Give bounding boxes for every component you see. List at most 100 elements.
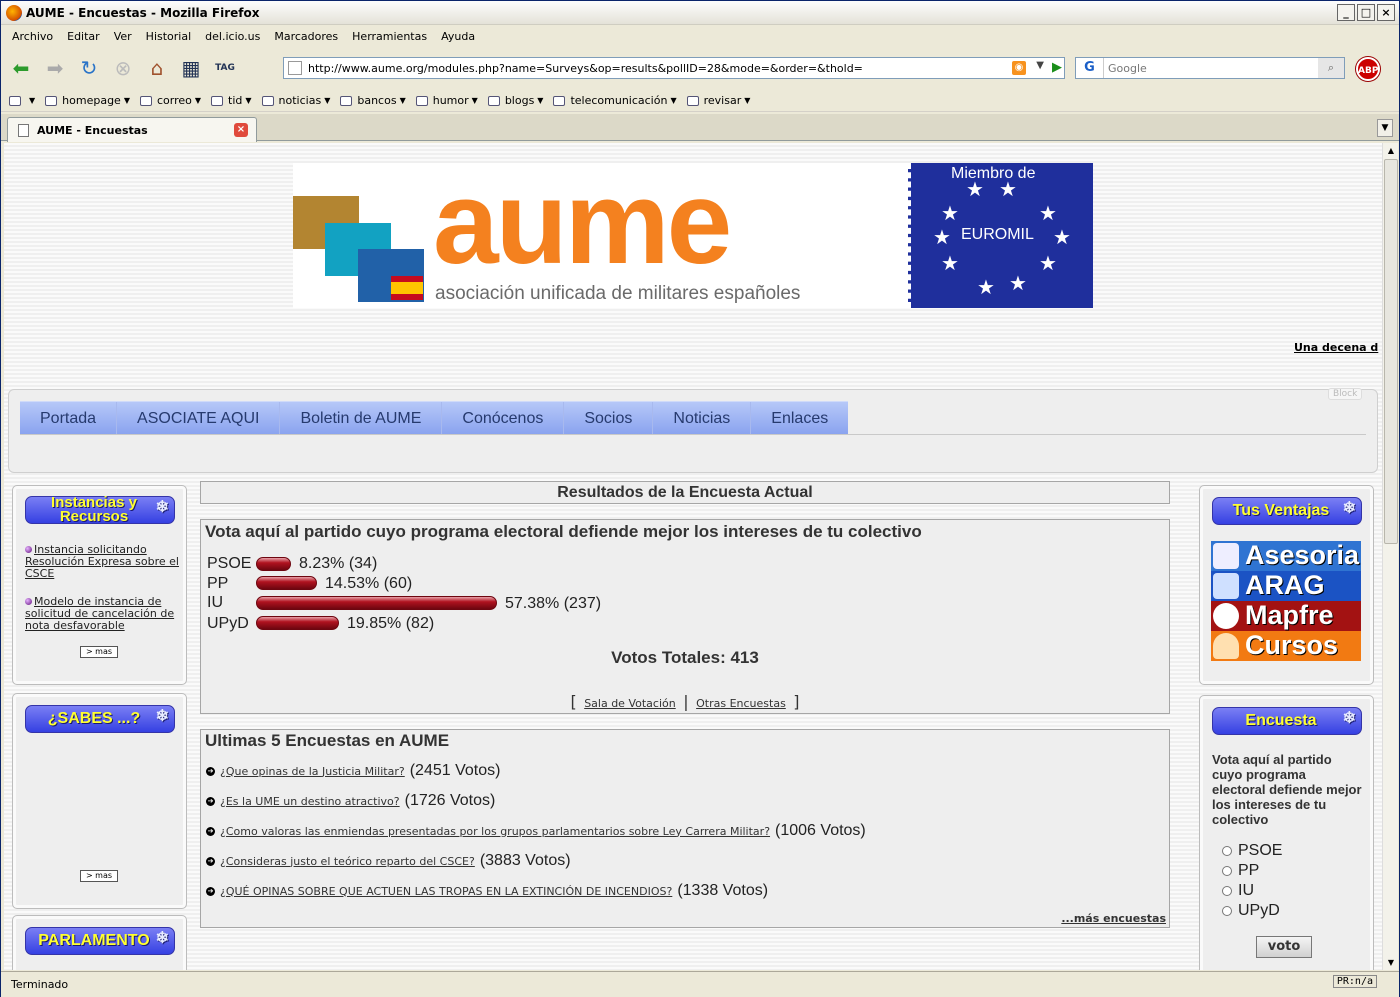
back-icon[interactable]: ⬅	[7, 54, 35, 82]
close-button[interactable]: ×	[1377, 4, 1395, 21]
bookmark-humor[interactable]: humor ▼	[415, 94, 478, 107]
forward-icon[interactable]: ➡	[41, 54, 69, 82]
menu-historial[interactable]: Historial	[146, 30, 191, 43]
url-dropdown-icon[interactable]: ▼	[1036, 60, 1044, 71]
list-item: ➔ ¿Consideras justo el teórico reparto de…	[206, 852, 571, 869]
search-icon[interactable]: ⌕	[1318, 58, 1344, 78]
home-icon[interactable]: ⌂	[143, 54, 171, 82]
nav-conocenos[interactable]: Conócenos	[442, 402, 565, 434]
more-sabes-button[interactable]: > mas	[80, 870, 118, 882]
bookmark-homepage[interactable]: homepage ▼	[45, 94, 130, 107]
total-votes: Votos Totales: 413	[611, 648, 759, 667]
bookmark-correo[interactable]: correo ▼	[139, 94, 201, 107]
maximize-button[interactable]: □	[1357, 4, 1375, 21]
nav-asociate[interactable]: ASOCIATE AQUI	[117, 402, 281, 434]
result-party-iu: IU	[207, 594, 223, 611]
spain-flag-icon	[391, 276, 423, 300]
radio-psoe[interactable]: PSOE	[1222, 842, 1282, 860]
nav-portada[interactable]: Portada	[20, 402, 118, 434]
folder-icon	[415, 95, 428, 106]
tab-aume-encuestas[interactable]: AUME - Encuestas ×	[7, 117, 257, 142]
google-icon[interactable]: G	[1076, 58, 1104, 78]
vote-button[interactable]: voto	[1256, 936, 1312, 958]
logo-subtitle: asociación unificada de militares españo…	[435, 283, 801, 304]
bookmark-noticias[interactable]: noticias ▼	[261, 94, 330, 107]
tag-icon[interactable]: TAG	[211, 54, 239, 82]
phone-icon	[1213, 603, 1239, 629]
promo-arag[interactable]: ARAG	[1211, 571, 1361, 601]
browser-window: AUME - Encuestas - Mozilla Firefox _ □ ×…	[0, 0, 1400, 997]
promo-cursos[interactable]: Cursos	[1211, 631, 1361, 661]
radio-iu[interactable]: IU	[1222, 882, 1254, 900]
link-sala-votacion[interactable]: Sala de Votación	[584, 697, 676, 710]
nav-socios[interactable]: Socios	[564, 402, 654, 434]
aume-banner[interactable]: aume asociación unificada de militares e…	[293, 163, 1093, 308]
poll-link[interactable]: ¿Como valoras las enmiendas presentadas …	[220, 825, 770, 838]
bookmark-blogs[interactable]: blogs ▼	[487, 94, 543, 107]
result-value-pp: 14.53% (60)	[325, 575, 413, 592]
bookmarks-menu-icon[interactable]: ▼	[9, 95, 35, 106]
promo-mapfre[interactable]: Mapfre	[1211, 601, 1361, 631]
firefox-icon	[6, 4, 22, 21]
link-modelo-instancia[interactable]: Modelo de instancia de solicitud de canc…	[25, 596, 180, 632]
box-ventajas: Tus Ventajas ❄ Asesoria ARAG Mapfre Curso…	[1199, 485, 1374, 685]
snowflake-icon: ❄	[1342, 710, 1356, 727]
bookmark-revisar[interactable]: revisar ▼	[686, 94, 750, 107]
minimize-button[interactable]: _	[1337, 4, 1355, 21]
snowflake-icon: ❄	[155, 930, 169, 947]
search-input[interactable]: Google	[1108, 62, 1147, 75]
rss-icon[interactable]: ◉	[1012, 61, 1026, 75]
menu-delicious[interactable]: del.icio.us	[205, 30, 260, 43]
poll-link[interactable]: ¿QUÉ OPINAS SOBRE QUE ACTUEN LAS TROPAS …	[220, 885, 672, 898]
nav-enlaces[interactable]: Enlaces	[751, 402, 848, 434]
menu-editar[interactable]: Editar	[67, 30, 100, 43]
box-title-sabes: ¿SABES ...? ❄	[25, 705, 175, 733]
folder-icon	[1213, 573, 1239, 599]
poll-link[interactable]: ¿Es la UME un destino atractivo?	[220, 795, 400, 808]
delicious-icon[interactable]: ▦	[177, 54, 205, 82]
go-icon[interactable]: ▶	[1052, 60, 1062, 75]
radio-pp[interactable]: PP	[1222, 862, 1259, 880]
menu-ver[interactable]: Ver	[114, 30, 132, 43]
menu-herramientas[interactable]: Herramientas	[352, 30, 427, 43]
scroll-up-icon[interactable]: ▲	[1384, 143, 1398, 158]
scroll-thumb[interactable]	[1384, 159, 1398, 544]
tab-list-icon[interactable]: ▼	[1377, 119, 1393, 137]
folder-icon	[261, 95, 274, 106]
radio-upyd[interactable]: UPyD	[1222, 902, 1280, 920]
scroll-down-icon[interactable]: ▼	[1384, 955, 1398, 970]
logo-word: aume	[433, 157, 732, 289]
menu-marcadores[interactable]: Marcadores	[274, 30, 338, 43]
web-page: aume asociación unificada de militares e…	[4, 143, 1382, 970]
reload-icon[interactable]: ↻	[75, 54, 103, 82]
euromil-label: EUROMIL	[961, 226, 1034, 243]
poll-link[interactable]: ¿Consideras justo el teórico reparto del…	[220, 855, 475, 868]
close-tab-icon[interactable]: ×	[234, 123, 248, 137]
result-bar-iu	[256, 596, 497, 610]
link-instancia-resolucion[interactable]: Instancia solicitando Resolución Expresa…	[25, 544, 180, 580]
vertical-scrollbar[interactable]: ▲ ▼	[1382, 143, 1398, 970]
bookmark-telecomunicacion[interactable]: telecomunicación ▼	[553, 94, 677, 107]
menu-archivo[interactable]: Archivo	[12, 30, 53, 43]
bookmark-tid[interactable]: tid ▼	[211, 94, 252, 107]
nav-boletin[interactable]: Boletin de AUME	[280, 402, 443, 434]
more-polls-link[interactable]: ...más encuestas	[1061, 912, 1166, 925]
promo-asesoria[interactable]: Asesoria	[1211, 541, 1361, 571]
folder-icon	[686, 95, 699, 106]
search-bar[interactable]: G Google ⌕	[1075, 57, 1345, 79]
poll-link[interactable]: ¿Que opinas de la Justicia Militar?	[220, 765, 405, 778]
news-marquee[interactable]: Una decena d	[1294, 341, 1378, 354]
window-title: AUME - Encuestas - Mozilla Firefox	[26, 5, 260, 20]
list-item: ➔ ¿Es la UME un destino atractivo? (1726 V…	[206, 792, 496, 809]
document-icon	[1213, 543, 1239, 569]
url-bar[interactable]: http://www.aume.org/modules.php?name=Sur…	[283, 57, 1065, 79]
bookmark-bancos[interactable]: bancos ▼	[340, 94, 406, 107]
adblock-icon[interactable]: ABP	[1356, 57, 1380, 81]
folder-icon	[211, 95, 224, 106]
result-bar-psoe	[256, 557, 291, 571]
more-instancias-button[interactable]: > mas	[80, 646, 118, 658]
nav-noticias[interactable]: Noticias	[653, 402, 752, 434]
menu-ayuda[interactable]: Ayuda	[441, 30, 475, 43]
stop-icon[interactable]: ⊗	[109, 54, 137, 82]
link-otras-encuestas[interactable]: Otras Encuestas	[696, 697, 786, 710]
